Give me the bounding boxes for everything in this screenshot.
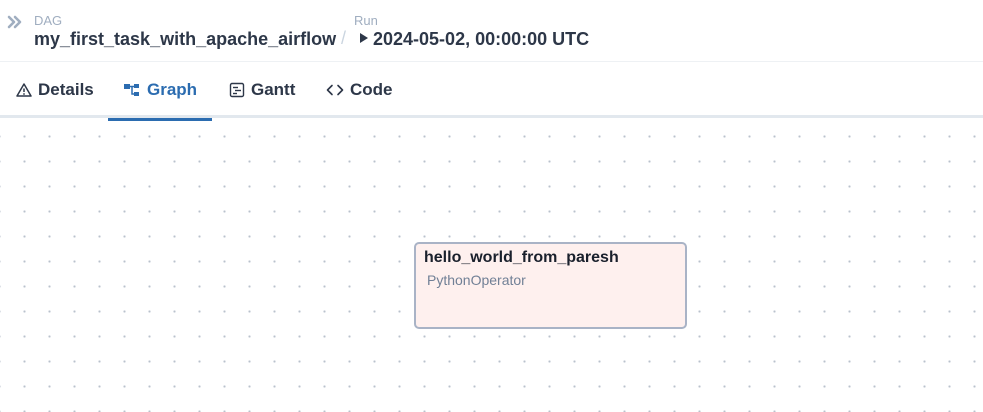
tab-gantt[interactable]: Gantt — [219, 62, 305, 118]
tab-graph-label: Graph — [147, 80, 198, 99]
play-icon — [360, 33, 368, 44]
run-label: Run — [354, 13, 378, 28]
breadcrumb-run[interactable]: Run 2024-05-02, 00:00:00 UTC — [354, 13, 589, 50]
dag-label: DAG — [34, 13, 63, 28]
tab-details[interactable]: Details — [6, 62, 104, 118]
header: DAG my_first_task_with_apache_airflow / … — [0, 0, 983, 62]
gantt-icon — [229, 82, 245, 98]
task-node-title: hello_world_from_paresh — [424, 249, 619, 266]
code-icon — [326, 84, 344, 96]
breadcrumb-dag[interactable]: DAG my_first_task_with_apache_airflow — [34, 13, 336, 50]
double-chevron-right-icon[interactable] — [6, 13, 24, 31]
breadcrumb-separator: / — [341, 28, 347, 48]
task-node-operator: PythonOperator — [427, 272, 526, 288]
graph-icon — [124, 84, 139, 96]
tab-code[interactable]: Code — [316, 62, 403, 118]
dag-id[interactable]: my_first_task_with_apache_airflow — [34, 28, 336, 50]
graph-canvas[interactable]: hello_world_from_paresh PythonOperator — [0, 121, 983, 412]
run-id: 2024-05-02, 00:00:00 UTC — [373, 29, 590, 49]
tab-gantt-label: Gantt — [251, 80, 296, 99]
run-id-row[interactable]: 2024-05-02, 00:00:00 UTC — [354, 28, 589, 50]
tab-code-label: Code — [350, 80, 393, 99]
warning-triangle-icon — [16, 83, 32, 97]
task-node[interactable]: hello_world_from_paresh PythonOperator — [414, 242, 687, 329]
tab-details-label: Details — [38, 80, 94, 99]
tab-graph[interactable]: Graph — [108, 62, 212, 121]
tab-bar: Details Graph Gantt Code — [0, 62, 983, 121]
